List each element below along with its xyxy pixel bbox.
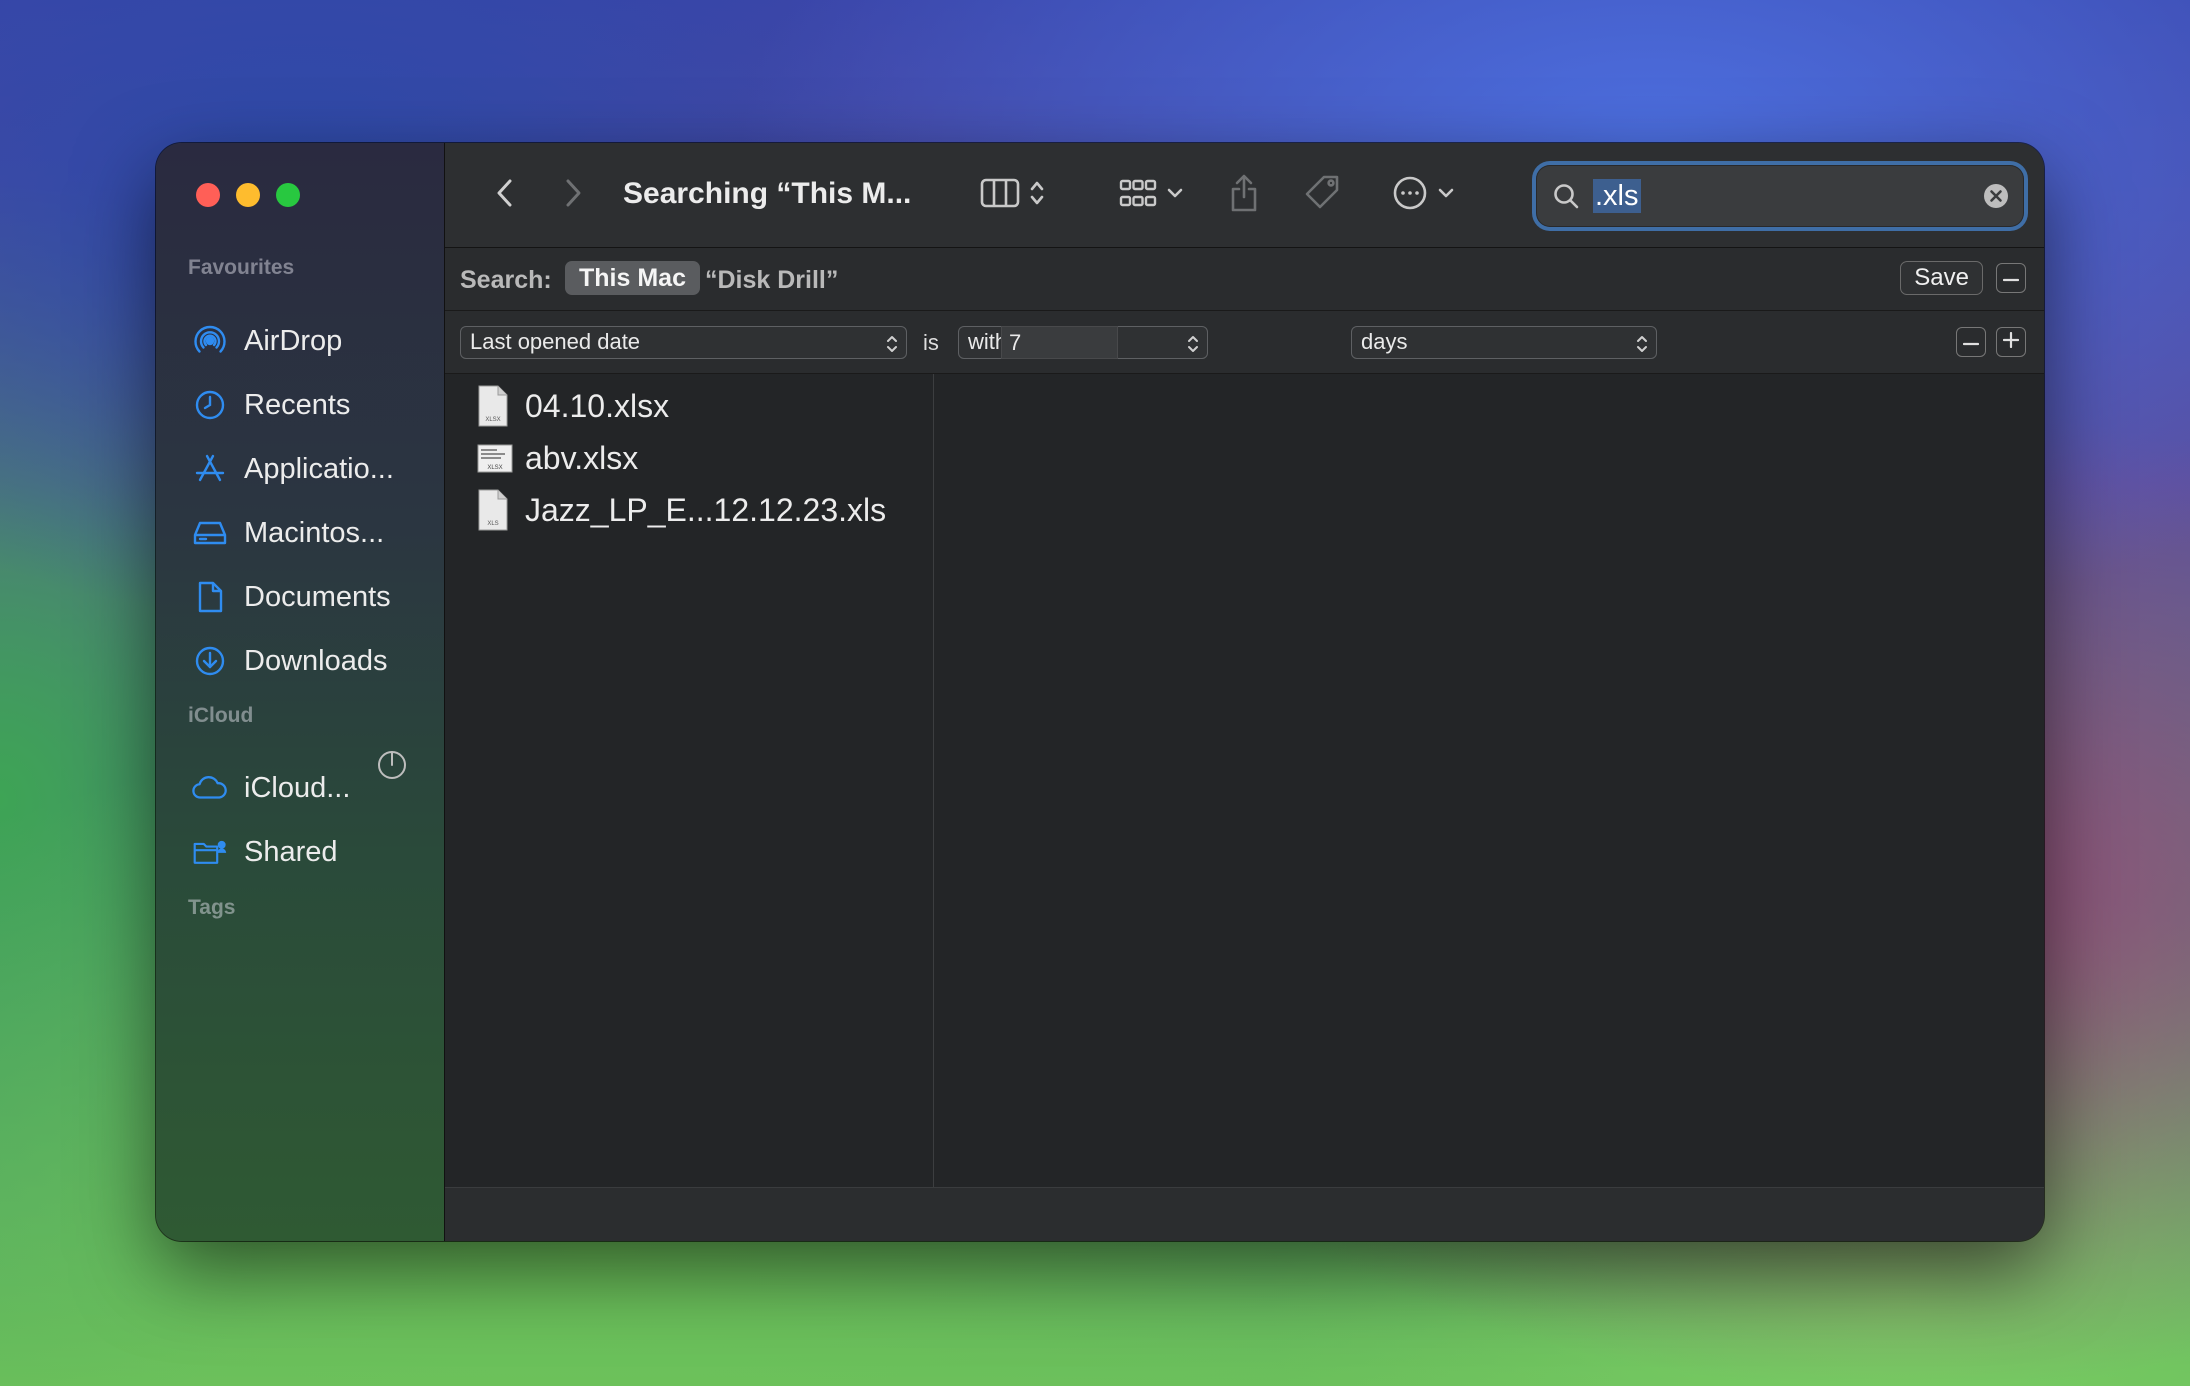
sidebar-item-label: Shared: [244, 835, 338, 868]
window-controls: [196, 183, 300, 207]
remove-scope-button[interactable]: [1996, 263, 2026, 293]
sidebar-item-recents[interactable]: Recents: [192, 383, 350, 427]
sidebar-item-label: AirDrop: [244, 324, 343, 357]
view-mode-button[interactable]: [969, 169, 1055, 221]
remove-criterion-button[interactable]: [1956, 327, 1986, 357]
value-input[interactable]: 7: [1001, 326, 1118, 359]
minus-icon: [1962, 333, 1980, 351]
file-row[interactable]: XLS Jazz_LP_E...12.12.23.xls: [477, 485, 886, 535]
file-name: 04.10.xlsx: [525, 387, 670, 424]
spreadsheet-file-icon: XLSX: [477, 385, 509, 427]
columns-view-icon: [979, 177, 1021, 214]
clear-search-icon[interactable]: [1982, 182, 2010, 215]
plus-icon: [2002, 331, 2020, 353]
scope-label: Search:: [460, 266, 552, 294]
sidebar-item-label: Downloads: [244, 644, 388, 677]
spreadsheet-file-icon: XLSX: [477, 437, 513, 479]
minus-icon: [2002, 269, 2020, 287]
sidebar-item-label: Recents: [244, 388, 351, 421]
more-actions-button[interactable]: [1383, 169, 1463, 221]
status-bar: [445, 1187, 2044, 1241]
group-button[interactable]: [1111, 169, 1191, 221]
operator-label: is: [923, 330, 939, 355]
zoom-button[interactable]: [276, 183, 300, 207]
file-type-label: XLS: [487, 521, 498, 527]
file-type-label: XLSX: [485, 417, 500, 423]
attribute-popup[interactable]: Last opened date: [460, 326, 907, 359]
search-field[interactable]: .xls: [1536, 165, 2024, 227]
sidebar-item-label: Macintos...: [244, 516, 385, 549]
toolbar: Searching “This M... .xls: [445, 143, 2044, 248]
clock-icon: [192, 387, 228, 423]
sidebar-item-downloads[interactable]: Downloads: [192, 639, 387, 683]
file-type-label: XLSX: [487, 465, 502, 471]
add-criterion-button[interactable]: [1996, 327, 2026, 357]
airdrop-icon: [192, 323, 228, 359]
chevron-updown-icon: [1029, 179, 1045, 212]
share-button[interactable]: [1221, 169, 1267, 221]
grid-icon: [1118, 177, 1158, 214]
sidebar-item-label: Applicatio...: [244, 452, 394, 485]
chevron-down-icon: [1166, 186, 1184, 204]
sidebar-item-icloud-drive[interactable]: iCloud...: [192, 766, 350, 810]
unit-popup[interactable]: days: [1351, 326, 1657, 359]
chevron-updown-icon: [886, 332, 898, 362]
sidebar-item-label: Documents: [244, 580, 391, 613]
unit-value: days: [1361, 329, 1408, 354]
sidebar-section-icloud: iCloud: [188, 704, 254, 727]
minimize-button[interactable]: [236, 183, 260, 207]
sidebar-item-macintosh-hd[interactable]: Macintos...: [192, 511, 384, 555]
file-row[interactable]: XLSX abv.xlsx: [477, 433, 638, 483]
scope-folder-button[interactable]: “Disk Drill”: [705, 266, 838, 295]
file-row[interactable]: XLSX 04.10.xlsx: [477, 381, 669, 431]
chevron-right-icon: [563, 177, 583, 214]
file-name: abv.xlsx: [525, 439, 639, 476]
chevron-updown-icon: [1636, 332, 1648, 362]
chevron-updown-icon: [1187, 332, 1199, 362]
file-name: Jazz_LP_E...12.12.23.xls: [525, 491, 887, 528]
chevron-left-icon: [495, 177, 515, 214]
sidebar-section-tags: Tags: [188, 896, 236, 919]
search-scope-bar: Search: This Mac “Disk Drill” Save: [445, 248, 2044, 311]
tag-icon: [1302, 173, 1342, 218]
sidebar-section-favourites: Favourites: [188, 256, 295, 279]
applications-icon: [192, 451, 228, 487]
search-input[interactable]: .xls: [1593, 179, 1641, 213]
ellipsis-circle-icon: [1391, 174, 1429, 217]
window-title: Searching “This M...: [623, 177, 912, 210]
results-area: XLSX 04.10.xlsx XLSX abv.xlsx XLS Jazz_L…: [445, 374, 2044, 1187]
chevron-down-icon: [1437, 186, 1455, 204]
sidebar-item-applications[interactable]: Applicatio...: [192, 447, 394, 491]
sidebar-item-airdrop[interactable]: AirDrop: [192, 319, 342, 363]
back-button[interactable]: [485, 169, 525, 221]
spreadsheet-file-icon: XLS: [477, 489, 509, 531]
sidebar-item-label: iCloud...: [244, 771, 351, 804]
share-icon: [1228, 173, 1260, 218]
finder-window: Favourites AirDrop Recents Applicatio...…: [156, 143, 2044, 1241]
scope-this-mac-button[interactable]: This Mac: [565, 261, 700, 295]
document-icon: [192, 579, 228, 615]
save-search-button[interactable]: Save: [1900, 261, 1983, 295]
download-icon: [192, 643, 228, 679]
sync-progress-icon: [376, 749, 408, 781]
shared-folder-icon: [192, 834, 228, 870]
sidebar-item-shared[interactable]: Shared: [192, 830, 338, 874]
forward-button[interactable]: [553, 169, 593, 221]
tag-button[interactable]: [1299, 169, 1345, 221]
sidebar-item-documents[interactable]: Documents: [192, 575, 391, 619]
hard-drive-icon: [192, 515, 228, 551]
search-icon: [1552, 182, 1580, 215]
search-criteria-row: Last opened date is within last 7 days: [445, 311, 2044, 374]
close-button[interactable]: [196, 183, 220, 207]
results-column: XLSX 04.10.xlsx XLSX abv.xlsx XLS Jazz_L…: [445, 374, 934, 1187]
sidebar: Favourites AirDrop Recents Applicatio...…: [156, 143, 445, 1241]
cloud-icon: [192, 770, 228, 806]
attribute-value: Last opened date: [470, 329, 641, 354]
